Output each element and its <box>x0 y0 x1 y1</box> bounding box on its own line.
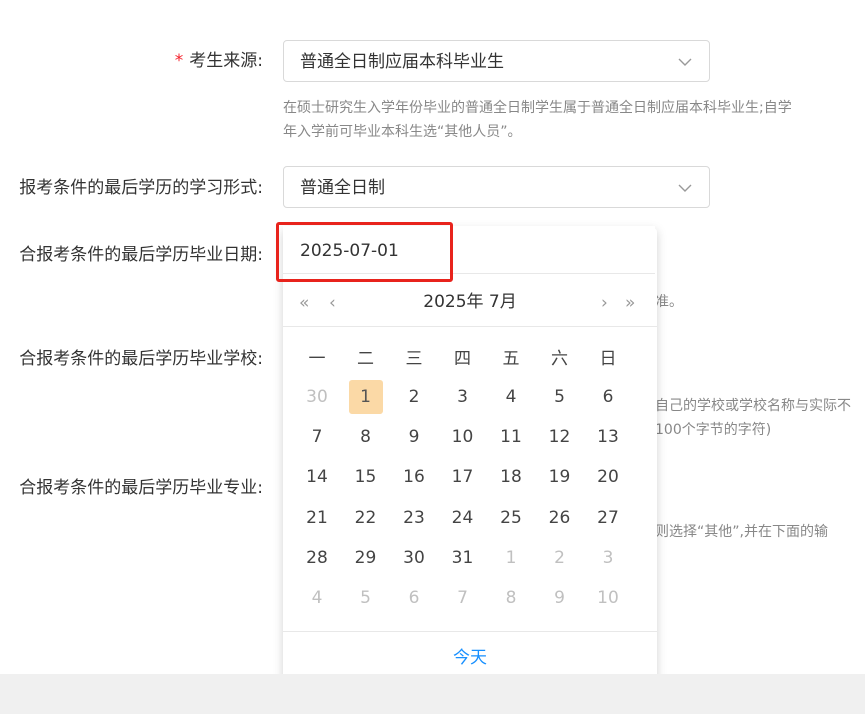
calendar-day[interactable]: 30 <box>397 541 431 575</box>
study-form-label: 报考条件的最后学历的学习形式: <box>19 178 263 198</box>
calendar-day[interactable]: 3 <box>591 541 625 575</box>
highlight-annotation-box <box>276 222 453 282</box>
next-year-button[interactable]: » <box>625 294 635 312</box>
weekday-header: 日 <box>599 349 617 369</box>
grad-date-label: 合报考条件的最后学历毕业日期: <box>19 245 263 265</box>
calendar-day[interactable]: 10 <box>446 420 480 454</box>
source-hint-line1: 在硕士研究生入学年份毕业的普通全日制学生属于普通全日制应届本科毕业生;自学 <box>283 100 792 116</box>
calendar-day[interactable]: 29 <box>349 541 383 575</box>
calendar-day[interactable]: 4 <box>300 581 334 615</box>
calendar-day[interactable]: 21 <box>300 501 334 535</box>
calendar-day[interactable]: 8 <box>494 581 528 615</box>
weekday-header: 四 <box>454 349 471 369</box>
grad-date-hint-tail: 准。 <box>655 294 683 310</box>
calendar-day[interactable]: 9 <box>543 581 577 615</box>
calendar-day[interactable]: 2 <box>397 380 431 414</box>
calendar-day[interactable]: 6 <box>397 581 431 615</box>
next-month-button[interactable]: › <box>601 294 608 312</box>
grad-school-hint-line1: 自己的学校或学校名称与实际不 <box>655 398 851 414</box>
source-select[interactable]: 普通全日制应届本科毕业生 <box>283 40 710 82</box>
calendar-day[interactable]: 25 <box>494 501 528 535</box>
chevron-down-icon <box>678 184 692 192</box>
weekday-header: 六 <box>551 349 568 369</box>
weekday-header: 三 <box>405 349 423 369</box>
calendar-day[interactable]: 20 <box>591 460 625 494</box>
calendar-day[interactable]: 13 <box>591 420 625 454</box>
weekday-header: 一 <box>308 349 326 369</box>
calendar-day[interactable]: 19 <box>543 460 577 494</box>
calendar-day[interactable]: 12 <box>543 420 577 454</box>
calendar-day[interactable]: 8 <box>349 420 383 454</box>
chevron-down-icon <box>678 58 692 66</box>
calendar-day[interactable]: 16 <box>397 460 431 494</box>
required-mark: * <box>174 51 184 71</box>
calendar-day[interactable]: 11 <box>494 420 528 454</box>
grad-school-label: 合报考条件的最后学历毕业学校: <box>19 349 263 369</box>
weekday-header: 五 <box>502 349 520 369</box>
calendar-day[interactable]: 5 <box>349 581 383 615</box>
calendar-day[interactable]: 5 <box>543 380 577 414</box>
calendar-day[interactable]: 28 <box>300 541 334 575</box>
study-form-select[interactable]: 普通全日制 <box>283 166 710 208</box>
calendar-day[interactable]: 10 <box>591 581 625 615</box>
source-select-value: 普通全日制应届本科毕业生 <box>300 52 504 72</box>
source-hint-line2: 年入学前可毕业本科生选“其他人员”。 <box>283 124 522 140</box>
calendar-header: « ‹ 2025年 7月 › » <box>283 278 657 327</box>
calendar-day[interactable]: 26 <box>543 501 577 535</box>
calendar-day[interactable]: 31 <box>446 541 480 575</box>
grad-major-label: 合报考条件的最后学历毕业专业: <box>19 478 263 498</box>
source-label: * 考生来源: <box>174 51 263 71</box>
calendar-day[interactable]: 14 <box>300 460 334 494</box>
calendar-day[interactable]: 2 <box>543 541 577 575</box>
calendar-day[interactable]: 18 <box>494 460 528 494</box>
calendar-day-selected[interactable]: 1 <box>348 380 383 414</box>
study-form-select-value: 普通全日制 <box>300 178 385 198</box>
calendar-day[interactable]: 22 <box>349 501 383 535</box>
calendar-day[interactable]: 23 <box>397 501 431 535</box>
bottom-bar <box>0 674 865 714</box>
calendar-day[interactable]: 6 <box>591 380 625 414</box>
calendar-day[interactable]: 7 <box>446 581 480 615</box>
calendar-day[interactable]: 15 <box>349 460 383 494</box>
calendar-day[interactable]: 9 <box>397 420 431 454</box>
weekday-header: 二 <box>357 349 374 369</box>
calendar-day[interactable]: 3 <box>446 380 480 414</box>
grad-school-hint-line2: 100个字节的字符) <box>655 422 772 438</box>
calendar-day[interactable]: 30 <box>300 380 334 414</box>
date-picker-popup: « ‹ 2025年 7月 › » 一二三四五六日 30 1 2 3 4 5 6 7 8 9 10 11 1… <box>283 228 657 684</box>
calendar-day[interactable]: 27 <box>591 501 625 535</box>
calendar-day[interactable]: 4 <box>494 380 528 414</box>
calendar-day[interactable]: 7 <box>300 420 334 454</box>
calendar-day[interactable]: 1 <box>494 541 528 575</box>
calendar-day[interactable]: 24 <box>446 501 480 535</box>
grad-major-hint-line1: 则选择“其他”,并在下面的输 <box>655 524 828 540</box>
calendar-day[interactable]: 17 <box>446 460 480 494</box>
